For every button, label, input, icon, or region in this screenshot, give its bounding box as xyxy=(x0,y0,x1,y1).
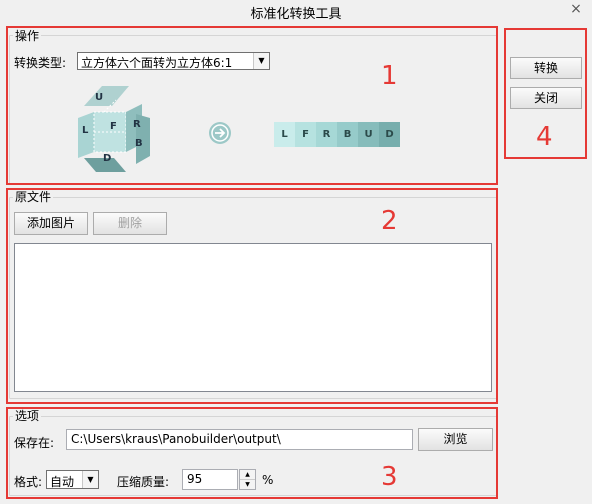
annotation-box-2 xyxy=(6,188,498,404)
annotation-number-3: 3 xyxy=(381,462,398,492)
annotation-number-2: 2 xyxy=(381,206,398,236)
annotation-box-3 xyxy=(6,407,498,499)
annotation-number-4: 4 xyxy=(536,122,553,152)
annotation-number-1: 1 xyxy=(381,61,398,91)
close-window-icon[interactable]: × xyxy=(560,0,592,18)
annotation-box-1 xyxy=(6,26,498,185)
window-title: 标准化转换工具 xyxy=(250,7,342,22)
